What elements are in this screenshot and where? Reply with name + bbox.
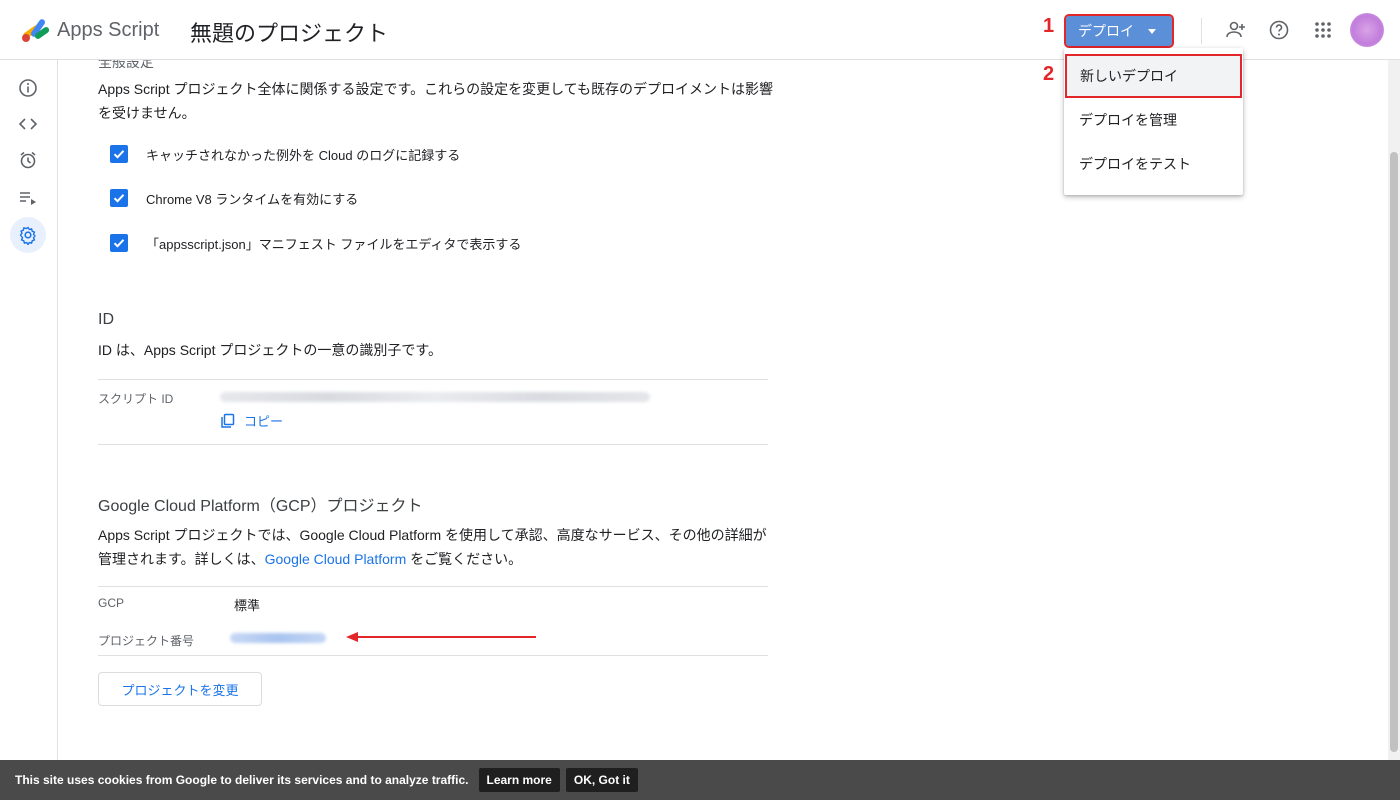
cookie-learn-more-button[interactable]: Learn more <box>478 768 560 792</box>
menu-item-new-deployment[interactable]: 新しいデプロイ <box>1065 54 1242 98</box>
code-icon <box>18 118 38 130</box>
project-number-label: プロジェクト番号 <box>98 634 195 648</box>
checkbox-checked-icon[interactable] <box>110 145 128 163</box>
general-settings-heading: 全般設定 <box>98 60 154 70</box>
alarm-clock-icon <box>20 151 36 169</box>
nav-overview[interactable] <box>10 70 46 106</box>
share-add-person-icon[interactable] <box>1224 18 1248 42</box>
cookie-message: This site uses cookies from Google to de… <box>15 773 469 787</box>
gcp-section-description: Apps Script プロジェクトでは、Google Cloud Platfo… <box>98 523 778 571</box>
gcp-section-title: Google Cloud Platform（GCP）プロジェクト <box>98 498 423 515</box>
help-icon[interactable] <box>1267 18 1291 42</box>
gcp-learn-more-link[interactable]: Google Cloud Platform <box>265 551 407 567</box>
annotation-arrow-left-icon <box>346 632 536 642</box>
copy-icon <box>221 413 235 428</box>
apps-script-logo-icon[interactable] <box>20 16 52 44</box>
id-section-description: ID は、Apps Script プロジェクトの一意の識別子です。 <box>98 342 442 358</box>
nav-triggers[interactable] <box>10 142 46 178</box>
app-name[interactable]: Apps Script <box>57 19 159 42</box>
gear-icon <box>19 226 36 245</box>
checkbox-row-v8-runtime[interactable]: Chrome V8 ランタイムを有効にする <box>110 188 358 208</box>
project-number-value-redacted <box>230 633 326 643</box>
gcp-value: 標準 <box>234 598 261 613</box>
cookie-consent-bar: This site uses cookies from Google to de… <box>0 760 1400 800</box>
executions-list-icon <box>20 192 36 205</box>
page-scrollbar[interactable] <box>1388 60 1400 760</box>
toolbar-divider <box>1201 18 1202 44</box>
menu-item-test-deployments[interactable]: デプロイをテスト <box>1064 142 1243 186</box>
checkbox-checked-icon[interactable] <box>110 189 128 207</box>
caret-down-icon <box>1148 29 1156 34</box>
checkbox-row-cloud-logging[interactable]: キャッチされなかった例外を Cloud のログに記録する <box>110 144 460 164</box>
cookie-ok-button[interactable]: OK, Got it <box>565 768 638 792</box>
deploy-button-label: デプロイ <box>1078 23 1134 39</box>
divider <box>98 444 768 445</box>
deploy-dropdown-menu: 新しいデプロイ デプロイを管理 デプロイをテスト <box>1064 48 1243 195</box>
script-id-label: スクリプト ID <box>98 392 174 406</box>
apps-grid-icon[interactable] <box>1311 18 1335 42</box>
checkbox-checked-icon[interactable] <box>110 234 128 252</box>
divider <box>98 586 768 587</box>
script-id-value-redacted <box>220 392 650 402</box>
annotation-step-2: 2 <box>1043 63 1055 85</box>
change-project-button[interactable]: プロジェクトを変更 <box>98 672 262 706</box>
divider <box>98 379 768 380</box>
scrollbar-thumb[interactable] <box>1390 152 1398 752</box>
id-section-title: ID <box>98 311 114 328</box>
checkbox-row-show-manifest[interactable]: 「appsscript.json」マニフェスト ファイルをエディタで表示する <box>110 233 521 253</box>
menu-item-manage-deployments[interactable]: デプロイを管理 <box>1064 98 1243 142</box>
left-nav-rail <box>0 60 58 760</box>
copy-script-id-button[interactable]: コピー <box>220 411 283 430</box>
general-settings-description: Apps Script プロジェクト全体に関係する設定です。これらの設定を変更し… <box>98 81 773 121</box>
gcp-label: GCP <box>98 596 125 610</box>
checkbox-label: Chrome V8 ランタイムを有効にする <box>146 191 359 207</box>
account-avatar[interactable] <box>1350 13 1384 47</box>
annotation-step-1: 1 <box>1043 15 1055 37</box>
copy-label: コピー <box>244 414 284 429</box>
divider <box>98 655 768 656</box>
checkbox-label: キャッチされなかった例外を Cloud のログに記録する <box>146 147 461 163</box>
project-title[interactable]: 無題のプロジェクト <box>190 16 388 48</box>
info-icon <box>19 79 37 97</box>
nav-editor[interactable] <box>10 106 46 142</box>
nav-settings[interactable] <box>10 217 46 253</box>
deploy-button[interactable]: デプロイ <box>1064 14 1174 48</box>
gcp-description-suffix: をご覧ください。 <box>406 551 523 567</box>
checkbox-label: 「appsscript.json」マニフェスト ファイルをエディタで表示する <box>146 236 522 252</box>
nav-executions[interactable] <box>10 180 46 216</box>
